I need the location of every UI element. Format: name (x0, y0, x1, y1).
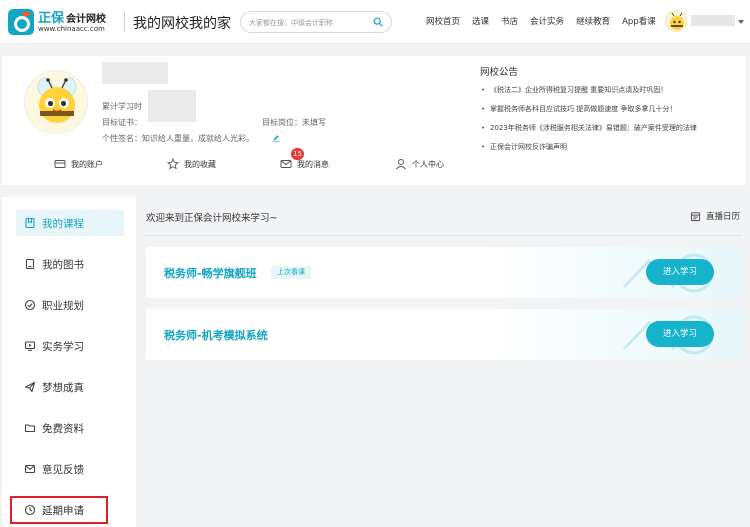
sidebar-item-my-books[interactable]: 我的图书 (16, 251, 124, 277)
book-icon (25, 258, 35, 270)
main-content: 欢迎来到正保会计网校来学习~ 直播日历 税务师-畅学旗舰班 上次看课 进入学习 … (144, 197, 746, 527)
notice-item[interactable]: 《税法二》企业所得税复习提醒 重要知识点请及时巩固！ (480, 85, 742, 95)
notice-item[interactable]: 掌握税务师各科目应试技巧 提高做题速度 争取多拿几十分！ (480, 104, 742, 114)
sidebar-item-extension-request[interactable]: 延期申请 (10, 496, 108, 524)
paper-plane-icon (24, 381, 36, 393)
enter-study-button[interactable]: 进入学习 (646, 259, 714, 285)
header-divider (124, 12, 125, 32)
sidebar-item-practice-learning[interactable]: 实务学习 (16, 333, 124, 359)
bee-mascot-icon (670, 12, 684, 30)
nav-bookstore[interactable]: 书店 (501, 17, 518, 27)
logo-url: www.chinaacc.com (38, 25, 105, 33)
user-name-blurred[interactable] (691, 15, 735, 26)
personal-center-link[interactable]: 个人中心 (395, 157, 444, 171)
user-avatar[interactable] (665, 10, 687, 32)
notice-item[interactable]: 2023年税务师《涉税服务相关法律》易错题：破产案件受理的法律 (480, 123, 742, 133)
target-position: 目标岗位：未填写 (262, 118, 326, 127)
profile-card: 累计学习时 目标证书： 目标岗位：未填写 个性签名：知识给人重量，成就给人光彩。… (2, 56, 746, 185)
course-card[interactable]: 税务师-机考模拟系统 进入学习 (146, 309, 742, 360)
sidebar-item-free-materials[interactable]: 免费资料 (16, 415, 124, 441)
course-title[interactable]: 税务师-畅学旗舰班 (164, 265, 257, 281)
nav-accounting-practice[interactable]: 会计实务 (530, 17, 564, 27)
site-logo[interactable]: 正保 会计网校 www.chinaacc.com (8, 6, 120, 38)
site-title: 我的网校我的家 (133, 16, 231, 32)
last-watched-tag: 上次看课 (271, 266, 311, 279)
course-title[interactable]: 税务师-机考模拟系统 (164, 327, 268, 343)
sidebar-item-my-courses[interactable]: 我的课程 (16, 210, 124, 236)
nav-continuing-education[interactable]: 继续教育 (576, 17, 610, 27)
enter-study-button[interactable]: 进入学习 (646, 321, 714, 347)
my-account-link[interactable]: 我的账户 (54, 157, 103, 171)
sidebar-item-dream-come-true[interactable]: 梦想成真 (16, 374, 124, 400)
mail-icon (280, 160, 292, 168)
nav-app[interactable]: App看课 (622, 17, 656, 27)
study-time-blurred (148, 90, 196, 122)
sidebar-item-career-planning[interactable]: 职业规划 (16, 292, 124, 318)
search-input[interactable] (249, 15, 369, 30)
message-count-badge: 15 (291, 148, 304, 160)
nav-courses[interactable]: 选课 (472, 17, 489, 27)
check-circle-icon (24, 299, 36, 311)
sidebar-item-feedback[interactable]: 意见反馈 (16, 456, 124, 482)
user-icon (396, 159, 406, 170)
logo-text: 正保 会计网校 (38, 11, 107, 26)
notice-item[interactable]: 正保会计网校反诈骗声明 (480, 142, 742, 152)
logo-mark-icon (8, 9, 34, 35)
bookmark-icon (25, 217, 35, 229)
study-time-label: 累计学习时 (102, 102, 142, 111)
school-notice: 网校公告 《税法二》企业所得税复习提醒 重要知识点请及时巩固！ 掌握税务师各科目… (480, 64, 742, 161)
star-icon (167, 158, 179, 170)
top-header: 正保会计网校 www.chinaacc.com 我的网校我的家 网校首页 选课 书店… (0, 0, 750, 44)
edit-icon[interactable] (272, 134, 280, 142)
my-messages-link[interactable]: 我的消息 (280, 157, 329, 171)
mail-icon (24, 464, 36, 474)
sidebar: 我的课程 我的图书 职业规划 实务学习 梦想成真 免费资料 意见反馈 延期申请 (2, 197, 136, 527)
my-favorites-link[interactable]: 我的收藏 (167, 157, 216, 171)
clock-icon (24, 504, 36, 516)
content-divider (144, 235, 742, 236)
chevron-down-icon[interactable] (738, 20, 744, 24)
monitor-play-icon (24, 341, 36, 351)
search-box (240, 11, 392, 33)
course-card[interactable]: 税务师-畅学旗舰班 上次看课 进入学习 (146, 247, 742, 298)
signature: 个性签名：知识给人重量，成就给人光彩。 (102, 134, 254, 143)
account-card-icon (54, 160, 66, 168)
bee-mascot-icon (37, 77, 77, 123)
folder-icon (24, 424, 36, 433)
top-nav: 网校首页 选课 书店 会计实务 继续教育 App看课 (426, 15, 668, 27)
target-cert-label: 目标证书： (102, 118, 142, 127)
welcome-text: 欢迎来到正保会计网校来学习~ (146, 213, 278, 224)
username-blurred (102, 62, 168, 84)
live-calendar-link[interactable]: 直播日历 (690, 210, 740, 222)
nav-home[interactable]: 网校首页 (426, 17, 460, 27)
calendar-icon (690, 211, 701, 221)
search-icon[interactable] (373, 17, 383, 27)
notice-title: 网校公告 (480, 67, 519, 78)
profile-avatar[interactable] (24, 70, 88, 134)
